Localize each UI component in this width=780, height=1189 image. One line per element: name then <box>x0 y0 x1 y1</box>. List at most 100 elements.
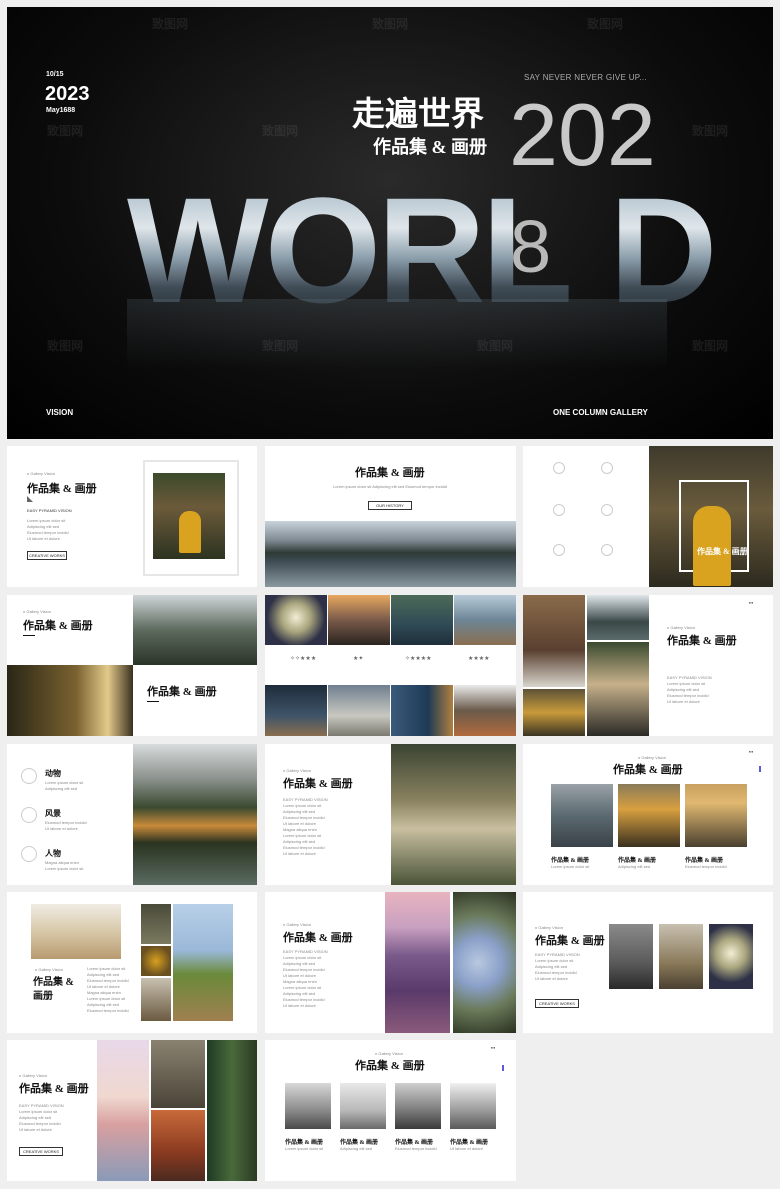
slide-thumbnail[interactable]: 作品集 & 画册 Lorem ipsum dolor sit Adipiscin… <box>265 446 516 587</box>
watermark: 致图网 <box>47 339 84 353</box>
slide-thumbnail[interactable]: n Gallery Vision 作品集 & 画册 Lorem ipsum dol… <box>7 892 257 1033</box>
slide-title: 作品集 & 画册 <box>147 686 217 698</box>
slide-title: 作品集 & 画册 <box>613 764 683 776</box>
item-title: 作品集 & 画册 <box>285 1140 323 1146</box>
slide-kicker: n Gallery Vision <box>19 1073 47 1078</box>
photo-bw-landscape <box>285 1083 331 1129</box>
item-title: 作品集 & 画册 <box>618 858 656 864</box>
creative-works-button[interactable]: CREATIVE WORKS <box>27 551 67 560</box>
slide-text-lines: EASY PYRAMID VISION Lorem ipsum dolor sit… <box>283 949 328 1008</box>
slide-title: 作品集 & 画册 <box>33 977 74 1002</box>
slide-thumbnail[interactable]: n Gallery Vision 作品集 & 画册 EASY PYRAMID V… <box>7 446 257 587</box>
slide-header: ▪▪▪ <box>749 749 754 754</box>
accent-mark <box>759 766 761 772</box>
image-icon <box>601 544 613 556</box>
slide-thumbnail[interactable]: 作品集 & 画册 <box>523 446 773 587</box>
item-title: 作品集 & 画册 <box>685 858 723 864</box>
rating-icons: ★★★★ <box>468 656 490 662</box>
category-label: 人物 <box>45 849 61 858</box>
slide-title: 作品集 & 画册 <box>27 483 97 495</box>
photo-bw-person <box>340 1083 386 1129</box>
watermark: 致图网 <box>152 17 189 31</box>
image-icon <box>553 504 565 516</box>
slide-thumbnail[interactable]: n Gallery Vision 作品集 & 画册 EASY PYRAMID V… <box>265 892 516 1033</box>
slide-thumbnail[interactable]: 动物 Lorem ipsum dolor sit Adipiscing elit … <box>7 744 257 885</box>
slide-text-lines: EASY PYRAMID VISION Lorem ipsum dolor sit… <box>535 952 580 981</box>
image-icon <box>21 768 37 784</box>
subtitle-cn: 作品集 & 画册 <box>373 137 487 157</box>
slide-thumbnail[interactable]: ✧✧★★★ ★✦ ✧★★★★ ★★★★ <box>265 595 516 736</box>
slide-title: 作品集 & 画册 <box>23 620 93 632</box>
photo-hydrangea <box>453 892 516 1033</box>
photo-door <box>391 685 453 736</box>
photo-city-coast <box>551 784 613 847</box>
slide-text-lines: EASY PYRAMID VISION Lorem ipsum dolor sit… <box>283 797 328 856</box>
item-title: 作品集 & 画册 <box>340 1140 378 1146</box>
photo-canyon <box>151 1110 205 1181</box>
image-icon <box>21 846 37 862</box>
photo-forest <box>133 595 257 665</box>
slide-text-lines: EASY PYRAMID VISION Lorem ipsum dolor sit… <box>19 1103 64 1132</box>
image-icon <box>601 504 613 516</box>
creative-works-button[interactable]: CREATIVE WORKS <box>19 1147 63 1156</box>
item-desc: Adipiscing elit sed <box>340 1146 373 1151</box>
year: 2023 <box>45 83 90 105</box>
slide-thumbnail[interactable]: ▪▪▪ n Gallery Vision 作品集 & 画册 作品集 & 画册 作… <box>265 1040 516 1181</box>
photo-city-skyline <box>685 784 747 847</box>
our-history-button[interactable]: OUR HISTORY <box>368 501 412 510</box>
photo-umbrella <box>609 924 653 989</box>
slide-thumbnail[interactable]: n Gallery Vision 作品集 & 画册 EASY PYRAMID V… <box>523 892 773 1033</box>
photo-lake <box>587 595 649 640</box>
watermark: 致图网 <box>587 17 624 31</box>
item-desc: Ut labore et dolore <box>450 1146 483 1151</box>
photo-tree-lights <box>265 595 327 645</box>
photo-forest-person <box>391 595 453 645</box>
photo-cross-flowers <box>523 595 585 687</box>
category-desc: Eiusmod tempor incidid Ut labore et dolor… <box>45 820 87 831</box>
photo-sea-person <box>265 685 327 736</box>
slide-thumbnail[interactable]: n Gallery Vision 作品集 & 画册 作品集 & 画册 <box>7 595 257 736</box>
photo-lavender <box>385 892 450 1033</box>
slide-title: 作品集 & 画册 <box>19 1083 89 1095</box>
slide-thumbnail[interactable]: n Gallery Vision 作品集 & 画册 EASY PYRAMID V… <box>265 744 516 885</box>
slide-title: 作品集 & 画册 <box>667 635 737 647</box>
photo-person-hat <box>141 978 171 1021</box>
item-title: 作品集 & 画册 <box>450 1140 488 1146</box>
category-label: 动物 <box>45 769 61 778</box>
slide-header: ▪▪▪ <box>749 600 754 605</box>
item-desc: Adipiscing elit sed <box>618 864 651 869</box>
photo-balloons <box>97 1040 149 1181</box>
photo-sunset-person <box>328 595 390 645</box>
slide-title: 作品集 & 画册 <box>535 935 605 947</box>
photo-forest-person <box>153 473 225 559</box>
category-label: 风景 <box>45 809 61 818</box>
world-reflection <box>127 299 667 369</box>
slide-kicker: n Gallery Vision <box>283 768 311 773</box>
divider <box>147 701 159 702</box>
slide-title: 作品集 & 画册 <box>283 932 353 944</box>
slide-thumbnail[interactable]: ▪▪▪ n Gallery Vision 作品集 & 画册 作品集 & 画册 作… <box>523 744 773 885</box>
slide-kicker: n Gallery Vision <box>35 967 63 972</box>
slide-thumbnail[interactable]: n Gallery Vision 作品集 & 画册 EASY PYRAMID V… <box>7 1040 257 1181</box>
slide-title: 作品集 & 画册 <box>283 778 353 790</box>
photo-bw-tree <box>450 1083 496 1129</box>
item-desc: Eiusmod tempor incidid <box>685 864 727 869</box>
creative-works-button[interactable]: CREATIVE WORKS <box>535 999 579 1008</box>
item-desc: Eiusmod tempor incidid <box>395 1146 437 1151</box>
photo-bw-field <box>395 1083 441 1129</box>
photo-forest-person: 作品集 & 画册 <box>649 446 773 587</box>
item-desc: Lorem ipsum dolor sit <box>285 1146 324 1151</box>
photo-city-sunset <box>618 784 680 847</box>
photo-grass <box>391 744 516 885</box>
date-day: 10/15 <box>46 71 64 78</box>
date-sub: May1688 <box>46 107 76 114</box>
slide-thumbnail[interactable]: ▪▪▪ n Gallery Vision 作品集 & 画册 EASY PYRAM… <box>523 595 773 736</box>
photo-bird <box>328 685 390 736</box>
slide-text-lines: Lorem ipsum dolor sit Adipiscing elit se… <box>333 484 447 489</box>
slide-text-lines: Lorem ipsum dolor sit Adipiscing elit sed… <box>27 518 69 541</box>
category-desc: Lorem ipsum dolor sit Adipiscing elit sed <box>45 780 84 791</box>
photo-cactus <box>173 904 233 1021</box>
watermark: 致图网 <box>47 124 84 138</box>
image-icon <box>553 544 565 556</box>
slide-kicker: n Gallery Vision <box>23 609 51 614</box>
